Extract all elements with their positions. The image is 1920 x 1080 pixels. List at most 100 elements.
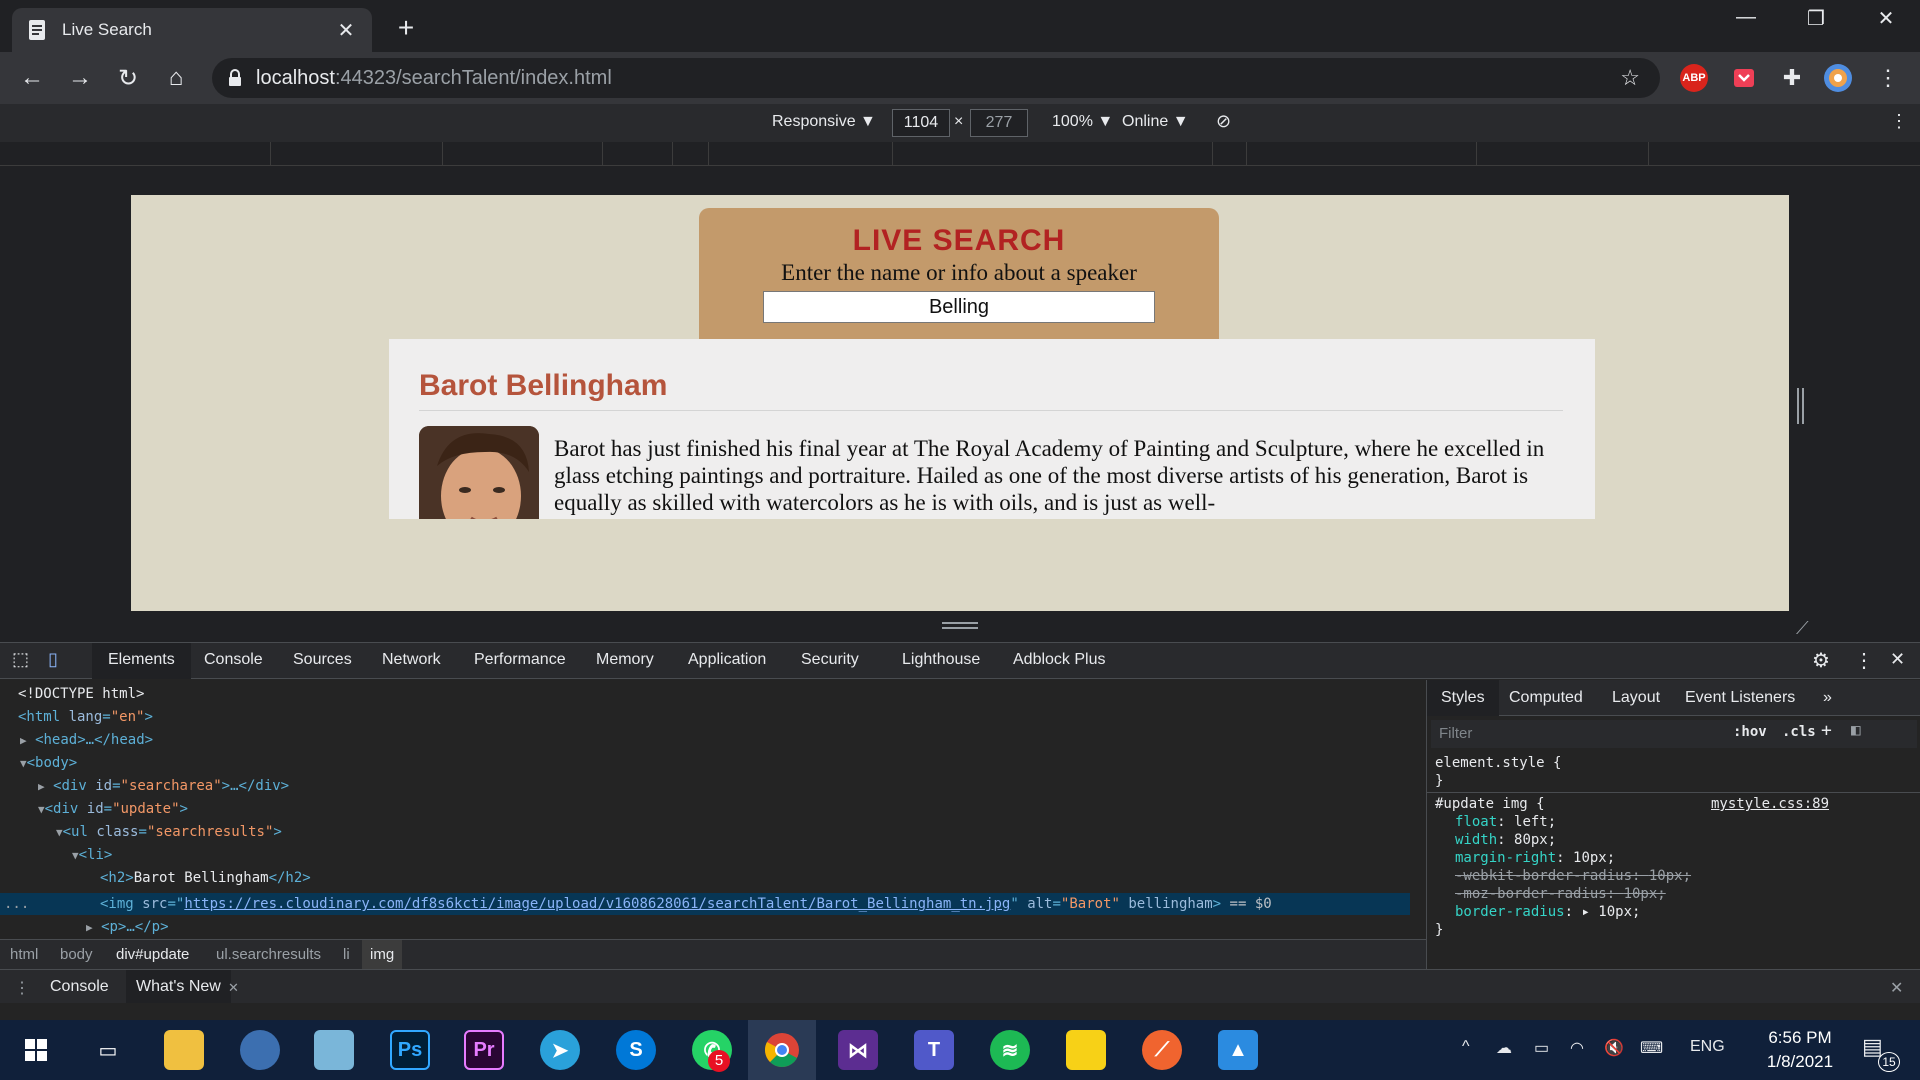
dom-li[interactable]: ▼<li>: [72, 844, 112, 866]
tab-layout[interactable]: Layout: [1612, 689, 1660, 707]
taskbar-clock[interactable]: 6:56 PM 1/8/2021: [1756, 1026, 1844, 1074]
dom-div-searcharea[interactable]: ▶ <div id="searcharea">…</div>: [38, 775, 289, 797]
wifi-icon[interactable]: ◠: [1570, 1038, 1584, 1058]
network-throttle-select[interactable]: Online ▼: [1122, 113, 1189, 131]
dom-html[interactable]: <html lang="en">: [18, 706, 153, 728]
prop-float[interactable]: float: left;: [1455, 814, 1556, 830]
breadcrumb-ul[interactable]: ul.searchresults: [216, 946, 321, 963]
adblock-plus-icon[interactable]: ABP: [1680, 64, 1708, 92]
dom-doctype[interactable]: <!DOCTYPE html>: [18, 683, 144, 705]
corner-resize-handle[interactable]: ⟋: [1796, 618, 1809, 639]
rule-selector[interactable]: #update img {: [1435, 796, 1545, 812]
tray-overflow-icon[interactable]: ^: [1462, 1038, 1470, 1056]
dom-div-update[interactable]: ▼<div id="update">: [38, 798, 188, 820]
chrome-menu-icon[interactable]: ⋮: [1872, 62, 1904, 94]
dom-p[interactable]: ▶ <p>…</p>: [86, 916, 169, 938]
more-tabs-icon[interactable]: »: [1823, 689, 1832, 707]
spotify-icon[interactable]: ≋: [990, 1030, 1030, 1070]
prop-webkit-border-radius[interactable]: -webkit-border-radius: 10px;: [1455, 868, 1691, 884]
drawer-tab-whats-new[interactable]: What's New: [126, 970, 231, 1003]
browser-tab-live-search[interactable]: Live Search ✕: [12, 8, 372, 52]
dom-body[interactable]: ▼<body>: [20, 752, 77, 774]
tab-event-listeners[interactable]: Event Listeners: [1685, 689, 1795, 707]
toggle-sidebar-icon[interactable]: ◧: [1851, 720, 1861, 739]
img-src-link[interactable]: https://res.cloudinary.com/df8s6kcti/ima…: [184, 896, 1010, 912]
battery-icon[interactable]: ▭: [1534, 1038, 1549, 1058]
prop-moz-border-radius[interactable]: -moz-border-radius: 10px;: [1455, 886, 1666, 902]
photoshop-icon[interactable]: Ps: [390, 1030, 430, 1070]
close-tab-icon[interactable]: ✕: [334, 18, 358, 43]
element-style-rule[interactable]: element.style {: [1435, 755, 1561, 771]
premiere-icon[interactable]: Pr: [464, 1030, 504, 1070]
inspect-element-icon[interactable]: ⬚: [12, 649, 29, 670]
photos-icon[interactable]: ▲: [1218, 1030, 1258, 1070]
viewport-width-input[interactable]: 1104: [892, 109, 950, 137]
back-icon[interactable]: ←: [8, 58, 56, 98]
onedrive-icon[interactable]: ☁: [1496, 1038, 1512, 1058]
close-devtools-icon[interactable]: ✕: [1890, 649, 1905, 670]
dom-node-actions-icon[interactable]: ...: [4, 893, 29, 915]
home-icon[interactable]: ⌂: [152, 58, 200, 98]
close-drawer-icon[interactable]: ✕: [1890, 978, 1903, 998]
tab-sources[interactable]: Sources: [293, 651, 352, 669]
tab-security[interactable]: Security: [801, 651, 859, 669]
close-window-icon[interactable]: ✕: [1856, 6, 1916, 31]
device-toolbar-menu-icon[interactable]: ⋮: [1890, 111, 1908, 132]
prop-width[interactable]: width: 80px;: [1455, 832, 1556, 848]
extensions-puzzle-icon[interactable]: ✚: [1776, 62, 1808, 94]
notepad-icon[interactable]: [314, 1030, 354, 1070]
tab-memory[interactable]: Memory: [596, 651, 654, 669]
drawer-menu-icon[interactable]: ⋮: [14, 978, 30, 998]
breadcrumb-body[interactable]: body: [60, 946, 93, 963]
tab-application[interactable]: Application: [688, 651, 766, 669]
restore-window-icon[interactable]: ❐: [1786, 6, 1846, 31]
device-toggle-icon[interactable]: ▯: [48, 649, 58, 670]
snipping-tool-icon[interactable]: [240, 1030, 280, 1070]
visual-studio-icon[interactable]: ⋈: [838, 1030, 878, 1070]
volume-muted-icon[interactable]: 🔇: [1604, 1038, 1624, 1058]
breadcrumb-li[interactable]: li: [343, 946, 350, 963]
breadcrumb-html[interactable]: html: [10, 946, 38, 963]
new-tab-button[interactable]: +: [390, 12, 422, 44]
bookmark-star-icon[interactable]: ☆: [1620, 65, 1640, 91]
tab-lighthouse[interactable]: Lighthouse: [902, 651, 980, 669]
sticky-notes-icon[interactable]: [1066, 1030, 1106, 1070]
tab-console[interactable]: Console: [204, 651, 263, 669]
cls-toggle[interactable]: .cls: [1782, 724, 1816, 740]
height-resize-handle[interactable]: [942, 622, 978, 629]
windows-start-icon[interactable]: [16, 1030, 56, 1070]
tab-computed[interactable]: Computed: [1509, 689, 1583, 707]
search-input[interactable]: Belling: [763, 291, 1155, 323]
devtools-menu-icon[interactable]: ⋮: [1854, 648, 1874, 673]
telegram-icon[interactable]: ➤: [540, 1030, 580, 1070]
styles-filter-input[interactable]: Filter: [1431, 720, 1917, 748]
dom-ul-searchresults[interactable]: ▼<ul class="searchresults">: [56, 821, 282, 843]
tab-adblock-plus[interactable]: Adblock Plus: [1013, 651, 1106, 669]
close-whats-new-icon[interactable]: ✕: [228, 980, 239, 996]
prop-margin-right[interactable]: margin-right: 10px;: [1455, 850, 1615, 866]
tab-network[interactable]: Network: [382, 651, 441, 669]
address-bar[interactable]: localhost:44323/searchTalent/index.html …: [212, 58, 1660, 98]
dom-img-selected[interactable]: <img src="https://res.cloudinary.com/df8…: [100, 893, 1272, 915]
tab-styles[interactable]: Styles: [1427, 680, 1499, 716]
task-view-icon[interactable]: ▭: [88, 1030, 128, 1070]
new-rule-icon[interactable]: +: [1821, 720, 1832, 741]
prop-border-radius[interactable]: border-radius: ▸ 10px;: [1455, 904, 1640, 920]
brackets-icon[interactable]: ⟋: [1142, 1030, 1182, 1070]
breadcrumb-div-update[interactable]: div#update: [116, 946, 189, 963]
keyboard-icon[interactable]: ⌨: [1640, 1038, 1663, 1058]
width-resize-handle[interactable]: [1797, 388, 1804, 424]
rule-source-link[interactable]: mystyle.css:89: [1711, 796, 1829, 812]
settings-gear-icon[interactable]: ⚙: [1812, 648, 1830, 673]
teams-icon[interactable]: T: [914, 1030, 954, 1070]
zoom-select[interactable]: 100% ▼: [1052, 113, 1113, 131]
dom-head[interactable]: ▶ <head>…</head>: [20, 729, 153, 751]
forward-icon[interactable]: →: [56, 58, 104, 98]
rotate-icon[interactable]: ⊘: [1216, 111, 1231, 132]
dom-h2[interactable]: <h2>Barot Bellingham</h2>: [100, 867, 311, 889]
reload-icon[interactable]: ↻: [104, 58, 152, 98]
language-indicator[interactable]: ENG: [1690, 1038, 1725, 1056]
hov-toggle[interactable]: :hov: [1733, 724, 1767, 740]
tab-performance[interactable]: Performance: [474, 651, 566, 669]
pocket-icon[interactable]: [1728, 62, 1760, 94]
